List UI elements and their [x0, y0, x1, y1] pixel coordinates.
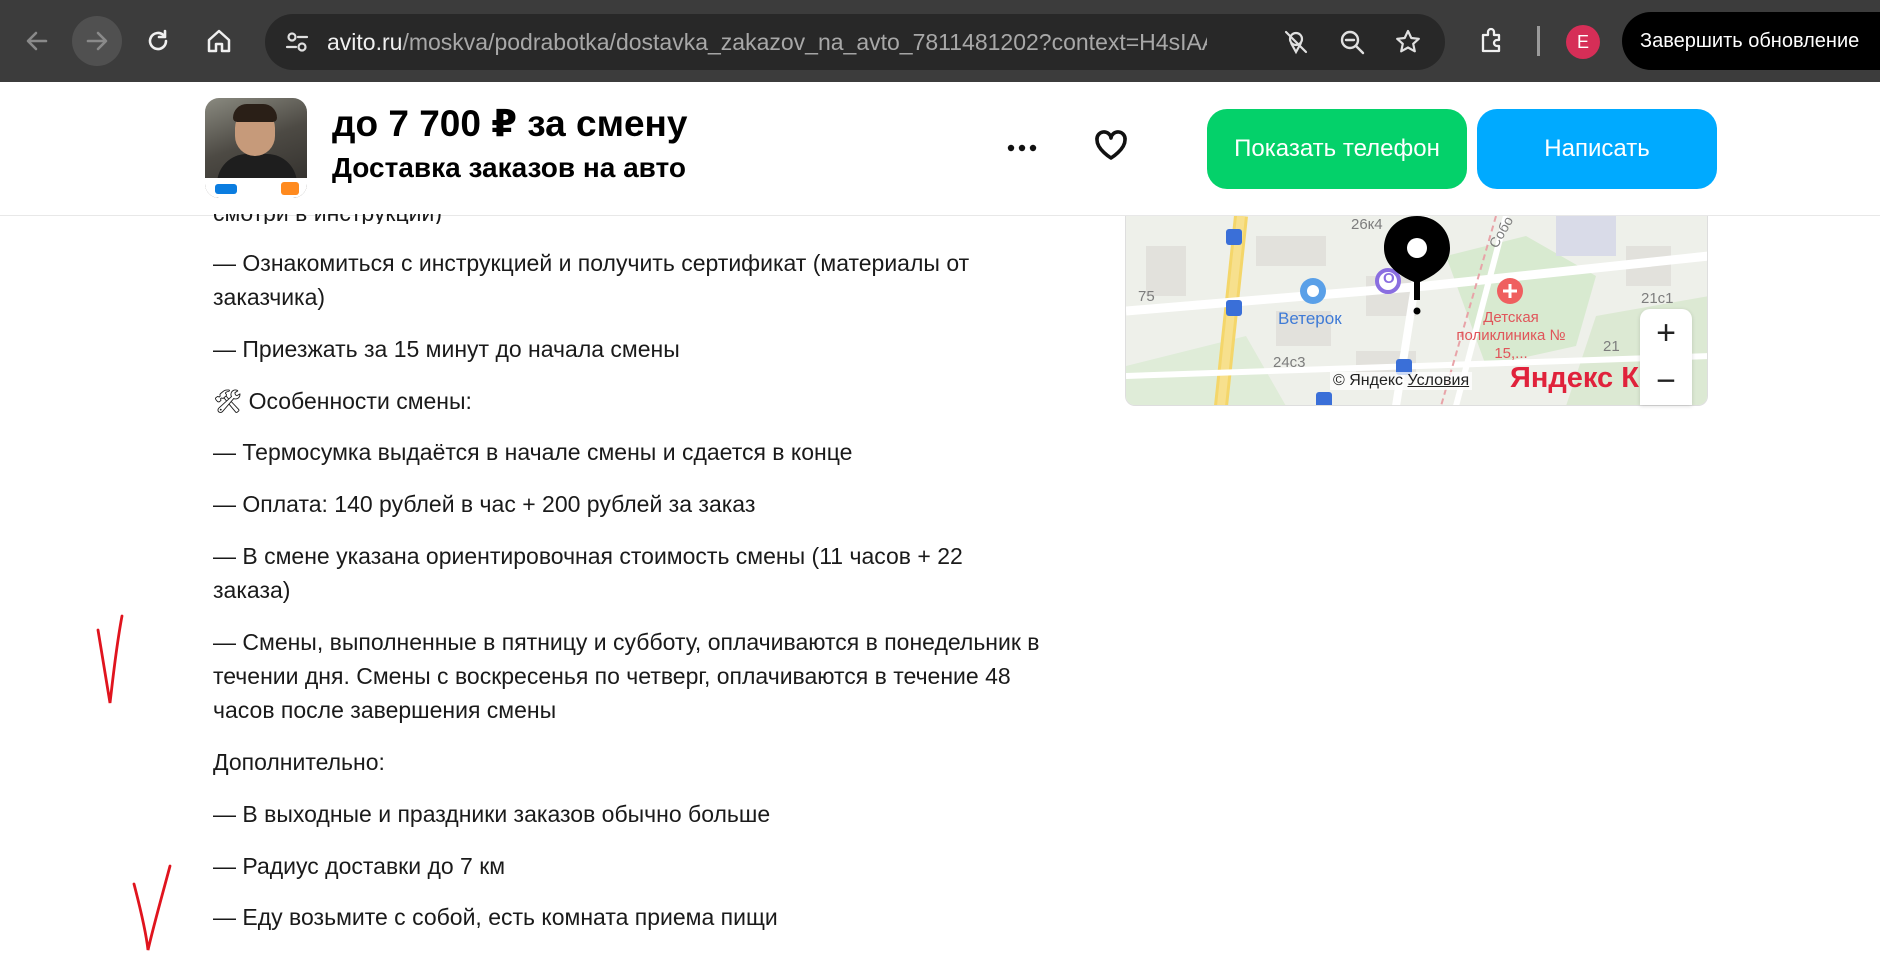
- map-pin-icon: [1384, 216, 1450, 315]
- yandex-maps-logo: Яндекс Карты: [1510, 362, 1640, 394]
- listing-thumbnail[interactable]: [205, 98, 307, 198]
- map-label-house: 24с3: [1273, 354, 1306, 371]
- description-line: — В выходные и праздники заказов обычно …: [213, 801, 771, 827]
- description-line: Дополнительно:: [213, 749, 385, 775]
- description-line: — Еду возьмите с собой, есть комната при…: [213, 904, 778, 930]
- show-phone-button[interactable]: Показать телефон: [1207, 109, 1467, 189]
- thumbnail-hair: [233, 104, 277, 122]
- tracking-protection-icon[interactable]: [1280, 26, 1312, 58]
- map-label-store: Ветерок: [1278, 309, 1342, 328]
- map-attribution: © Яндекс Условия: [1330, 372, 1473, 390]
- zoom-out-button[interactable]: −: [1640, 357, 1692, 405]
- home-button[interactable]: [194, 16, 244, 66]
- browser-toolbar: avito.ru/moskva/podrabotka/dostavka_zaka…: [0, 0, 1880, 82]
- red-checkmark-icon: [132, 864, 172, 951]
- extensions-icon[interactable]: [1476, 25, 1508, 57]
- map-label-house: 75: [1138, 288, 1155, 305]
- partner-logo-icon: [281, 182, 299, 195]
- finish-update-button[interactable]: Завершить обновление: [1622, 12, 1880, 70]
- profile-initial: E: [1576, 31, 1589, 52]
- description-line: — Оплата: 140 рублей в час + 200 рублей …: [213, 491, 756, 517]
- map-zoom-controls: + −: [1640, 309, 1692, 405]
- description-line: — Смены, выполненные в пятницу и субботу…: [213, 629, 1040, 723]
- red-checkmark-icon: [96, 614, 124, 704]
- more-dots-icon: [1007, 144, 1037, 152]
- map-label-house: 21с1: [1641, 290, 1674, 307]
- site-settings-icon[interactable]: [281, 26, 313, 58]
- description-line: — Ознакомиться с инструкцией и получить …: [213, 250, 970, 310]
- profile-avatar[interactable]: E: [1566, 25, 1600, 59]
- map-copyright: © Яндекс: [1333, 372, 1404, 389]
- bookmark-star-icon[interactable]: [1392, 26, 1424, 58]
- listing-sticky-header: до 7 700 ₽ за смену Доставка заказов на …: [0, 82, 1880, 216]
- url-host: avito.ru: [327, 29, 403, 55]
- arrow-right-icon: [86, 31, 108, 51]
- forward-button[interactable]: [72, 16, 122, 66]
- listing-title: Доставка заказов на авто: [332, 152, 686, 183]
- description-line: — В смене указана ориентировочная стоимо…: [213, 543, 963, 603]
- address-bar[interactable]: avito.ru/moskva/podrabotka/dostavka_zaka…: [265, 14, 1445, 70]
- arrow-left-icon: [26, 31, 48, 51]
- heart-icon: [1095, 130, 1127, 160]
- toolbar-divider: [1537, 26, 1540, 56]
- description-line: — Термосумка выдаётся в начале смены и с…: [213, 439, 853, 465]
- reload-icon: [148, 29, 168, 51]
- listing-price: до 7 700 ₽ за смену: [332, 103, 688, 144]
- back-button[interactable]: [12, 16, 62, 66]
- map-label-house: 26к4: [1351, 216, 1383, 233]
- more-options-button[interactable]: [1002, 128, 1042, 168]
- url-path: /moskva/podrabotka/dostavka_zakazov_na_a…: [402, 29, 1207, 55]
- avito-logo-icon: [215, 184, 237, 194]
- zoom-icon[interactable]: [1336, 26, 1368, 58]
- zoom-in-button[interactable]: +: [1640, 309, 1692, 357]
- home-icon: [207, 29, 231, 53]
- map-label-house: 21: [1603, 338, 1620, 355]
- finish-update-label: Завершить обновление: [1640, 29, 1860, 52]
- description-line: — Приезжать за 15 минут до начала смены: [213, 336, 680, 362]
- map-label-clinic: Детская поликлиника № 15,...: [1456, 309, 1566, 362]
- url-text[interactable]: avito.ru/moskva/podrabotka/dostavka_zaka…: [327, 29, 1207, 56]
- map-terms-link[interactable]: Условия: [1408, 372, 1470, 389]
- description-line: 🛠 Особенности смены:: [213, 388, 472, 414]
- favorite-button[interactable]: [1090, 124, 1132, 166]
- reload-button[interactable]: [133, 16, 183, 66]
- description-line: — Радиус доставки до 7 км: [213, 853, 506, 879]
- write-message-button[interactable]: Написать: [1477, 109, 1717, 189]
